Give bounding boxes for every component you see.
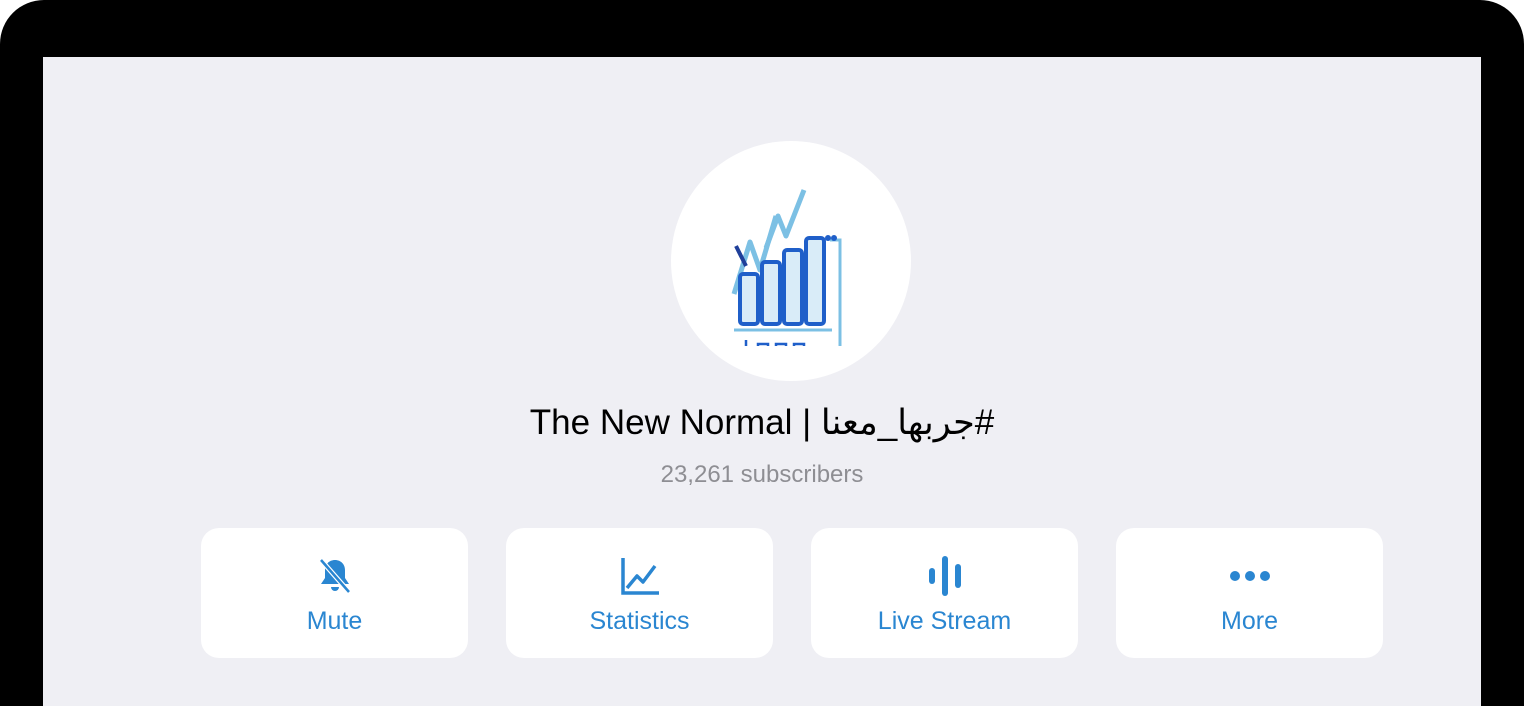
statistics-button[interactable]: Statistics <box>506 528 773 658</box>
live-stream-label: Live Stream <box>877 607 1012 635</box>
device-frame: The New Normal | جربها_معنا# 23,261 subs… <box>0 0 1524 706</box>
more-label: More <box>1221 607 1278 635</box>
bell-slash-icon <box>201 554 468 598</box>
more-button[interactable]: More <box>1116 528 1383 658</box>
waveform-icon <box>811 554 1078 598</box>
mute-label: Mute <box>306 607 363 635</box>
ellipsis-icon <box>1116 554 1383 598</box>
channel-info-screen: The New Normal | جربها_معنا# 23,261 subs… <box>43 57 1481 706</box>
channel-logo-icon <box>731 189 842 346</box>
channel-title: The New Normal | جربها_معنا# <box>529 403 995 442</box>
chart-line-icon <box>506 554 773 598</box>
live-stream-button[interactable]: Live Stream <box>811 528 1078 658</box>
channel-avatar[interactable] <box>671 141 911 381</box>
subscriber-count: 23,261 subscribers <box>660 461 864 488</box>
mute-button[interactable]: Mute <box>201 528 468 658</box>
statistics-label: Statistics <box>589 607 690 635</box>
